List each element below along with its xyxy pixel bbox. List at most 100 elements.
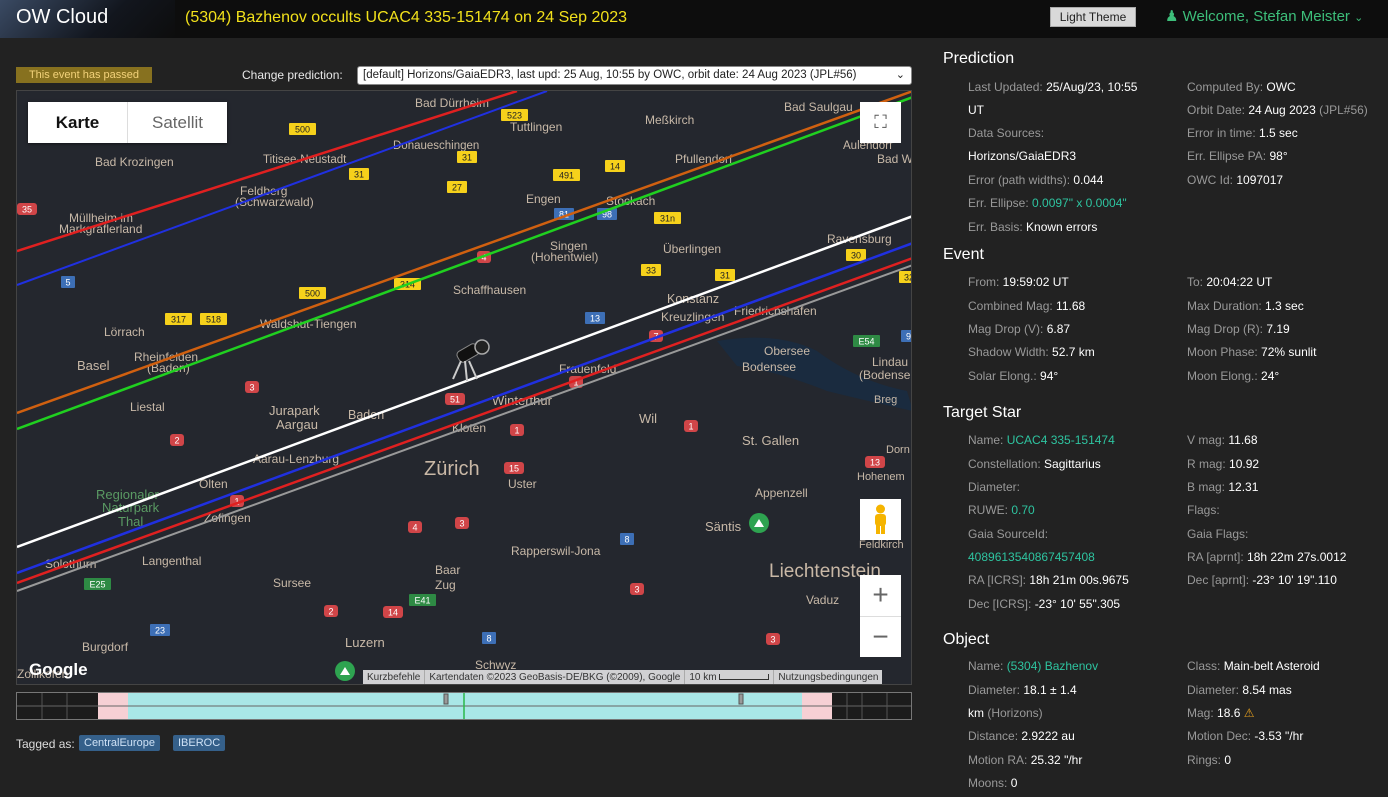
svg-text:523: 523	[507, 111, 522, 121]
svg-text:27: 27	[452, 183, 462, 193]
motion-ra-row: Motion RA: 25.32 "/hr	[968, 753, 1083, 767]
road-shield: 13	[865, 456, 885, 468]
svg-text:8: 8	[486, 634, 491, 644]
road-shield: 31	[457, 151, 477, 163]
gaia-source-link[interactable]: 4089613540867457408	[968, 550, 1095, 564]
svg-text:33: 33	[646, 266, 656, 276]
tag-iberoc[interactable]: IBEROC	[173, 735, 226, 751]
map-place-label: Hohenem	[857, 471, 905, 483]
top-bar: OW Cloud (5304) Bazhenov occults UCAC4 3…	[0, 0, 1388, 38]
error-time-row: Error in time: 1.5 sec	[1187, 126, 1298, 140]
timeline-range-handle-right[interactable]	[738, 693, 744, 705]
timeline-range-handle-left[interactable]	[443, 693, 449, 705]
owc-id-row: OWC Id: 1097017	[1187, 173, 1284, 187]
map-view[interactable]: Bad Dürrheim Bad Saulgau Tuttlingen Meßkirc…	[16, 90, 912, 685]
solar-elong-row: Solar Elong.: 94°	[968, 369, 1059, 383]
svg-text:2: 2	[328, 607, 333, 617]
moon-phase-row: Moon Phase: 72% sunlit	[1187, 345, 1317, 359]
road-shield: 1	[510, 424, 524, 436]
map-place-label: Bodensee	[742, 360, 796, 374]
fullscreen-icon[interactable]: ⛶	[860, 102, 901, 143]
keyboard-shortcuts-link[interactable]: Kurzbefehle	[363, 670, 426, 684]
mountain-peak-icon	[335, 661, 355, 681]
event-heading: Event	[943, 246, 984, 263]
map-type-satellite-button[interactable]: Satellit	[127, 102, 227, 143]
svg-text:31: 31	[720, 271, 730, 281]
brand-logo[interactable]: OW Cloud	[0, 0, 175, 38]
map-scale[interactable]: 10 km	[685, 670, 775, 684]
max-duration-row: Max Duration: 1.3 sec	[1187, 299, 1304, 313]
shadow-width-row: Shadow Width: 52.7 km	[968, 345, 1095, 359]
map-place-label: Liestal	[130, 400, 165, 414]
map-place-label: Waldshut-Tiengen	[260, 317, 357, 331]
ruwe-link[interactable]: 0.70	[1011, 503, 1034, 517]
zoom-in-button[interactable]: +	[860, 575, 901, 616]
err-ellipse-link[interactable]: 0.0097" x 0.0004"	[1032, 196, 1127, 210]
map-place-label: Basel	[77, 358, 110, 373]
road-shield: E54	[853, 335, 880, 347]
tag-central-europe[interactable]: CentralEurope	[79, 735, 160, 751]
svg-text:4: 4	[412, 523, 417, 533]
map-place-label: (Bodense	[859, 368, 911, 382]
svg-text:30: 30	[851, 251, 861, 261]
map-canvas[interactable]: Bad Dürrheim Bad SaulgauTuttlingen Meßkirc…	[17, 91, 912, 685]
map-place-label: Bad W	[877, 152, 912, 166]
map-place-label: Meßkirch	[645, 113, 694, 127]
svg-text:35: 35	[22, 205, 32, 215]
warning-icon[interactable]: ⚠	[1244, 706, 1255, 720]
err-basis-row: Err. Basis: Known errors	[968, 220, 1098, 234]
mag-drop-r-row: Mag Drop (R): 7.19	[1187, 322, 1290, 336]
map-place-label: Zug	[435, 578, 456, 592]
map-place-label: Tuttlingen	[510, 120, 562, 134]
map-place-label: Vaduz	[806, 593, 839, 607]
computed-by-row: Computed By: OWC	[1187, 80, 1296, 94]
event-section: Event From: 19:59:02 UT Combined Mag: 11…	[943, 246, 1388, 404]
map-type-map-button[interactable]: Karte	[28, 102, 127, 143]
svg-text:51: 51	[450, 395, 460, 405]
user-icon: ♟	[1165, 8, 1179, 25]
terms-link[interactable]: Nutzungsbedingungen	[774, 670, 882, 684]
road-shield: 3	[455, 517, 469, 529]
star-name-link[interactable]: UCAC4 335-151474	[1007, 433, 1115, 447]
road-shield: 13	[585, 312, 605, 324]
prediction-select[interactable]: [default] Horizons/GaiaEDR3, last upd: 2…	[357, 66, 912, 85]
r-mag-row: R mag: 10.92	[1187, 457, 1260, 471]
road-shield: 96	[901, 330, 911, 342]
svg-text:14: 14	[610, 162, 620, 172]
target-star-heading: Target Star	[943, 404, 1022, 421]
map-place-label: Sursee	[273, 576, 311, 590]
combined-mag-row: Combined Mag: 11.68	[968, 299, 1086, 313]
brand-text[interactable]: OW Cloud	[16, 6, 108, 29]
svg-text:E41: E41	[414, 596, 430, 606]
moons-row: Moons: 0	[968, 776, 1018, 790]
svg-text:13: 13	[870, 458, 880, 468]
google-logo[interactable]: Google	[29, 660, 88, 680]
prediction-section: Prediction Last Updated: 25/Aug/23, 10:5…	[943, 50, 1388, 246]
map-place-label: Rapperswil-Jona	[511, 544, 601, 558]
road-shield: 8	[620, 533, 634, 545]
road-shield: 14	[605, 160, 625, 172]
event-from-row: From: 19:59:02 UT	[968, 275, 1069, 289]
event-timeline[interactable]	[16, 692, 912, 720]
svg-text:13: 13	[590, 314, 600, 324]
road-shield: E25	[84, 578, 111, 590]
map-place-label: Burgdorf	[82, 640, 129, 654]
constellation-row: Constellation: Sagittarius	[968, 457, 1101, 471]
moon-elong-row: Moon Elong.: 24°	[1187, 369, 1280, 383]
zoom-out-button[interactable]: −	[860, 616, 901, 657]
road-shield: 35	[17, 203, 37, 215]
ruwe-row: RUWE: 0.70	[968, 503, 1035, 517]
street-view-pegman-icon[interactable]	[860, 499, 901, 540]
map-place-label: St. Gallen	[742, 433, 799, 448]
light-theme-button[interactable]: Light Theme	[1050, 7, 1136, 27]
svg-text:1: 1	[514, 426, 519, 436]
svg-text:23: 23	[155, 626, 165, 636]
road-shield: 31	[715, 269, 735, 281]
svg-text:E54: E54	[858, 337, 874, 347]
map-place-label: (Schwarzwald)	[235, 195, 314, 209]
road-shield: 518	[200, 313, 227, 325]
object-name-link[interactable]: (5304) Bazhenov	[1007, 659, 1098, 673]
event-passed-badge: This event has passed	[16, 67, 152, 83]
svg-text:500: 500	[305, 289, 320, 299]
user-menu[interactable]: ♟ Welcome, Stefan Meister ⌄	[1165, 7, 1363, 25]
